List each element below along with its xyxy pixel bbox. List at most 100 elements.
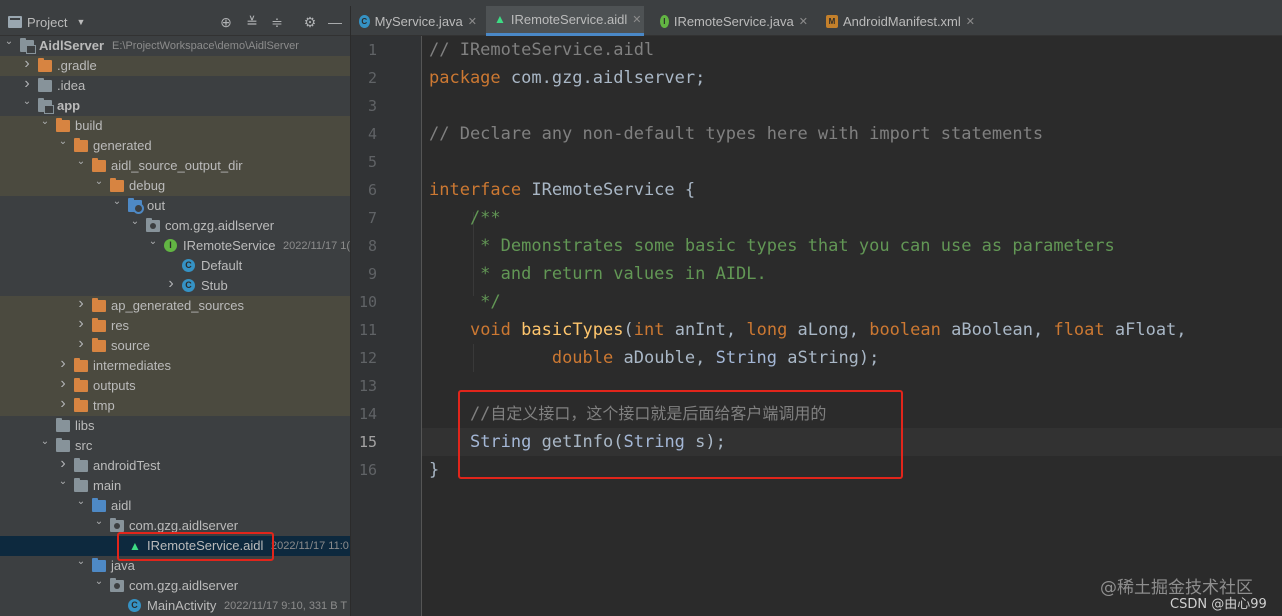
code-text: s); xyxy=(684,432,726,452)
code-text: aLong, xyxy=(787,320,870,340)
tree-item[interactable]: libs xyxy=(0,416,350,436)
tab-myservice-java[interactable]: C MyService.java ✕ xyxy=(351,6,485,36)
chevron-down-icon[interactable]: ⌄ xyxy=(112,195,122,209)
code-line[interactable]: package com.gzg.aidlserver; xyxy=(429,64,705,92)
line-number: 8 xyxy=(367,237,377,255)
tree-item[interactable]: ⌄ com.gzg.aidlserver xyxy=(0,576,350,596)
tree-item[interactable]: ⌄ I IRemoteService 2022/11/17 1( xyxy=(0,236,350,256)
line-number: 9 xyxy=(367,265,377,283)
chevron-down-icon[interactable]: ⌄ xyxy=(40,115,50,129)
hide-panel-icon[interactable]: — xyxy=(326,13,344,31)
chevron-down-icon[interactable]: ⌄ xyxy=(76,555,86,569)
code-line[interactable]: /** xyxy=(429,204,501,232)
doc-comment: * and return values in AIDL. xyxy=(429,264,767,284)
chevron-down-icon[interactable]: ⌄ xyxy=(4,35,14,49)
chevron-down-icon[interactable]: ⌄ xyxy=(76,155,86,169)
tree-item[interactable]: ⌄ com.gzg.aidlserver xyxy=(0,516,350,536)
tree-item[interactable]: › outputs xyxy=(0,376,350,396)
tree-item-label: libs xyxy=(75,418,95,433)
chevron-right-icon[interactable]: › xyxy=(58,376,68,392)
tree-item[interactable]: ⌄ aidl_source_output_dir xyxy=(0,156,350,176)
tree-item[interactable]: C MainActivity 2022/11/17 9:10, 331 B T xyxy=(0,596,350,616)
tree-item[interactable]: ⌄ aidl xyxy=(0,496,350,516)
tree-item-label: .idea xyxy=(57,78,86,93)
close-icon[interactable]: ✕ xyxy=(799,15,808,28)
doc-comment: */ xyxy=(429,292,501,312)
tree-item[interactable]: ⌄ out xyxy=(0,196,350,216)
code-line[interactable]: double aDouble, String aString); xyxy=(429,344,880,372)
code-line[interactable]: */ xyxy=(429,288,501,316)
code-line[interactable]: * Demonstrates some basic types that you… xyxy=(429,232,1115,260)
chevron-right-icon[interactable]: › xyxy=(22,56,32,72)
tree-item[interactable]: › tmp xyxy=(0,396,350,416)
chevron-right-icon[interactable]: › xyxy=(76,316,86,332)
chevron-right-icon[interactable]: › xyxy=(22,76,32,92)
tree-item[interactable]: ⌄ main xyxy=(0,476,350,496)
chevron-down-icon[interactable]: ⌄ xyxy=(22,95,32,109)
chevron-right-icon[interactable]: › xyxy=(166,276,176,292)
chevron-down-icon[interactable]: ⌄ xyxy=(58,475,68,489)
tree-item[interactable]: ⌄ app xyxy=(0,96,350,116)
chevron-down-icon[interactable]: ⌄ xyxy=(148,235,158,249)
code-line[interactable]: String getInfo(String s); xyxy=(429,428,726,456)
tree-item[interactable]: ⌄ com.gzg.aidlserver xyxy=(0,216,350,236)
comment-text: // xyxy=(429,404,491,424)
chevron-down-icon[interactable]: ⌄ xyxy=(94,515,104,529)
close-icon[interactable]: ✕ xyxy=(632,13,641,26)
chevron-down-icon[interactable]: ⌄ xyxy=(58,135,68,149)
tab-androidmanifest-xml[interactable]: M AndroidManifest.xml ✕ xyxy=(818,6,988,36)
code-line[interactable]: interface IRemoteService { xyxy=(429,176,695,204)
chevron-down-icon[interactable]: ⌄ xyxy=(94,575,104,589)
tree-item[interactable]: ▲ IRemoteService.aidl 2022/11/17 11:0 xyxy=(0,536,350,556)
close-icon[interactable]: ✕ xyxy=(468,15,477,28)
tree-item[interactable]: ⌄ debug xyxy=(0,176,350,196)
code-text: anInt, xyxy=(664,320,747,340)
tree-item[interactable]: ⌄ AidlServer E:\ProjectWorkspace\demo\Aidl… xyxy=(0,36,350,56)
code-line[interactable]: * and return values in AIDL. xyxy=(429,260,767,288)
chevron-right-icon[interactable]: › xyxy=(58,456,68,472)
tab-label: IRemoteService.aidl xyxy=(510,12,628,27)
tree-item[interactable]: ⌄ build xyxy=(0,116,350,136)
code-text: aBoolean, xyxy=(940,320,1054,340)
tree-item[interactable]: ⌄ generated xyxy=(0,136,350,156)
code-line[interactable]: // IRemoteService.aidl xyxy=(429,36,654,64)
tree-item[interactable]: › res xyxy=(0,316,350,336)
code-line[interactable]: //自定义接口，这个接口就是后面给客户端调用的 xyxy=(429,400,827,428)
chevron-right-icon[interactable]: › xyxy=(58,356,68,372)
tree-item[interactable]: › androidTest xyxy=(0,456,350,476)
line-number: 4 xyxy=(367,125,377,143)
chevron-down-icon[interactable]: ⌄ xyxy=(40,435,50,449)
project-view-selector[interactable]: Project ▼ xyxy=(8,13,85,31)
tree-item[interactable]: › intermediates xyxy=(0,356,350,376)
chevron-right-icon[interactable]: › xyxy=(76,296,86,312)
tree-item[interactable]: › ap_generated_sources xyxy=(0,296,350,316)
tree-item[interactable]: ⌄ java xyxy=(0,556,350,576)
chevron-right-icon[interactable]: › xyxy=(58,396,68,412)
tree-item[interactable]: › source xyxy=(0,336,350,356)
chevron-down-icon[interactable]: ⌄ xyxy=(130,215,140,229)
collapse-all-icon[interactable]: ≑ xyxy=(268,13,286,31)
type-name: String xyxy=(715,348,778,368)
code-line[interactable]: void basicTypes(int anInt, long aLong, b… xyxy=(429,316,1187,344)
chevron-down-icon[interactable]: ⌄ xyxy=(94,175,104,189)
code-line[interactable]: // Declare any non-default types here wi… xyxy=(429,120,1043,148)
close-icon[interactable]: ✕ xyxy=(966,15,975,28)
expand-all-icon[interactable]: ≚ xyxy=(243,13,261,31)
tree-item[interactable]: › .gradle xyxy=(0,56,350,76)
chevron-right-icon[interactable]: › xyxy=(76,336,86,352)
folder-icon-orange xyxy=(38,58,52,72)
tree-item[interactable]: C Default xyxy=(0,256,350,276)
tab-iremoteservice-java[interactable]: I IRemoteService.java ✕ xyxy=(652,6,816,36)
tree-item[interactable]: › C Stub xyxy=(0,276,350,296)
locate-file-icon[interactable]: ⊕ xyxy=(217,13,235,31)
gutter-separator xyxy=(421,36,422,616)
folder-icon-grey xyxy=(56,438,70,452)
tree-item[interactable]: ⌄ src xyxy=(0,436,350,456)
folder-icon-orange xyxy=(110,178,124,192)
code-line[interactable]: } xyxy=(429,456,439,484)
chevron-down-icon[interactable]: ⌄ xyxy=(76,495,86,509)
tree-item[interactable]: › .idea xyxy=(0,76,350,96)
gear-icon[interactable]: ⚙ xyxy=(301,13,319,31)
tab-iremoteservice-aidl[interactable]: ▲ IRemoteService.aidl ✕ xyxy=(486,6,644,36)
